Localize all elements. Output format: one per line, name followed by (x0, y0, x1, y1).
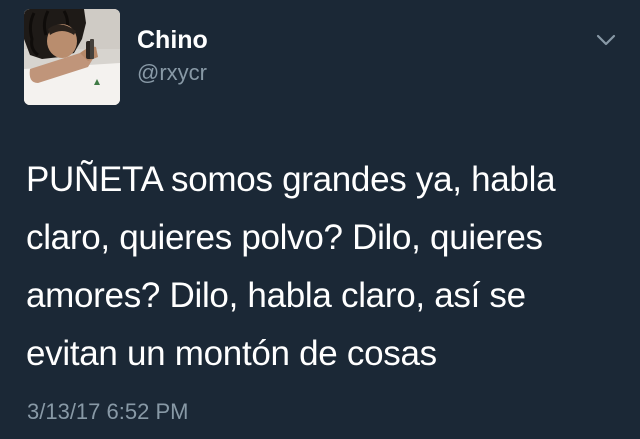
tweet-text: PUÑETA somos grandes ya, habla claro, qu… (26, 151, 626, 383)
avatar[interactable] (24, 9, 120, 105)
tweet-card: Chino @rxycr PUÑETA somos grandes ya, ha… (0, 0, 640, 439)
tweet-text-line: evitan un montón de cosas (26, 334, 437, 373)
tweet-text-line: claro, quieres polvo? Dilo, quieres (26, 218, 543, 257)
avatar-image (24, 9, 120, 105)
display-name[interactable]: Chino (137, 25, 208, 55)
tweet-text-line: PUÑETA somos grandes ya, habla (26, 160, 556, 199)
user-handle[interactable]: @rxycr (137, 59, 207, 87)
tweet-timestamp[interactable]: 3/13/17 6:52 PM (27, 398, 188, 426)
tweet-text-line: amores? Dilo, habla claro, así se (26, 276, 526, 315)
chevron-down-icon[interactable] (592, 30, 620, 50)
